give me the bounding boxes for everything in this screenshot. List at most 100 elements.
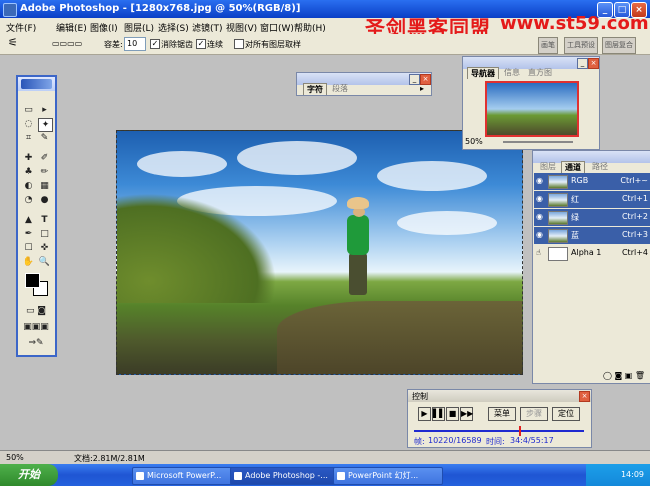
pen-tool-icon[interactable]: ✒ — [22, 228, 35, 240]
shape-tool-icon[interactable]: □ — [38, 228, 51, 240]
tab-paths[interactable]: 路径 — [589, 161, 611, 172]
navigator-zoom-slider[interactable] — [503, 141, 573, 143]
channel-thumbnail — [548, 211, 568, 225]
pause-icon[interactable]: ▌▌ — [432, 407, 445, 421]
task-label: Adobe Photoshop -... — [245, 471, 328, 480]
palette-tab-layer-comps[interactable]: 图层复合 — [602, 37, 636, 54]
tab-channels[interactable]: 通道 — [561, 161, 585, 173]
magic-wand-icon[interactable]: ⚟ — [8, 36, 18, 49]
tab-paragraph[interactable]: 段落 — [329, 83, 351, 94]
tab-histogram[interactable]: 直方图 — [525, 67, 555, 78]
task-slideshow[interactable]: PowerPoint 幻灯... — [333, 467, 443, 485]
slice-tool-icon[interactable]: ✎ — [38, 132, 51, 144]
foreground-color-swatch[interactable] — [25, 273, 40, 288]
magic-wand-tool-icon[interactable]: ✦ — [38, 118, 53, 132]
progress-marker[interactable] — [519, 426, 522, 436]
menu-filter[interactable]: 滤镜(T) — [192, 21, 223, 34]
control-panel-header[interactable]: 控制 × — [408, 390, 591, 402]
imageready-jump-icon[interactable]: ⇒✎ — [22, 337, 50, 349]
menu-help[interactable]: 帮助(H) — [294, 21, 326, 34]
locate-button[interactable]: 定位 — [552, 407, 580, 421]
channel-action-icons[interactable]: ◯ ◙ ▣ 🗑 — [603, 371, 649, 381]
history-brush-icon[interactable]: ✏ — [38, 166, 51, 178]
channel-thumbnail — [548, 247, 568, 261]
channel-name: 红 — [571, 195, 579, 204]
clone-stamp-icon[interactable]: ♣ — [22, 166, 35, 178]
panel-close-icon[interactable]: × — [588, 58, 599, 69]
document-canvas[interactable] — [116, 130, 523, 375]
task-powerpoint[interactable]: Microsoft PowerP... — [132, 467, 238, 485]
all-layers-checkbox[interactable] — [234, 39, 244, 49]
menu-button[interactable]: 菜单 — [488, 407, 516, 421]
channel-row-green[interactable]: ◉ 绿 Ctrl+2 — [534, 209, 650, 227]
cloud-shape — [237, 141, 357, 175]
channel-name: Alpha 1 — [571, 248, 602, 257]
eye-icon[interactable]: ◉ — [536, 195, 545, 203]
hand-tool-icon[interactable]: ✋ — [22, 256, 35, 268]
tab-layers[interactable]: 图层 — [537, 161, 559, 172]
eraser-tool-icon[interactable]: ◐ — [22, 180, 35, 192]
blur-tool-icon[interactable]: ◔ — [22, 194, 35, 206]
gradient-tool-icon[interactable]: ▦ — [38, 180, 51, 192]
tolerance-input[interactable]: 10 — [124, 37, 146, 51]
channel-thumbnail — [548, 229, 568, 243]
progress-track[interactable] — [414, 430, 584, 432]
next-icon[interactable]: ▶▶ — [460, 407, 473, 421]
brush-tool-icon[interactable]: ✐ — [38, 152, 51, 164]
navigator-thumbnail[interactable] — [485, 81, 579, 137]
screen-mode-icons[interactable]: ▣▣▣ — [22, 321, 50, 333]
tab-character[interactable]: 字符 — [303, 83, 327, 95]
path-selection-icon[interactable]: ▲ — [22, 214, 35, 226]
menu-file[interactable]: 文件(F) — [6, 21, 36, 34]
navigator-zoom[interactable]: 50% — [465, 137, 483, 146]
menu-edit[interactable]: 编辑(E) — [56, 21, 87, 34]
eye-icon[interactable]: ◉ — [536, 213, 545, 221]
zoom-tool-icon[interactable]: 🔍 — [38, 256, 51, 268]
control-close-icon[interactable]: × — [579, 391, 590, 402]
tab-info[interactable]: 信息 — [501, 67, 523, 78]
channel-name: 绿 — [571, 213, 579, 222]
marquee-tool-icon[interactable]: ▭ — [22, 104, 35, 116]
notes-tool-icon[interactable]: ☐ — [22, 242, 35, 254]
stop-icon[interactable]: ■ — [446, 407, 459, 421]
type-tool-icon[interactable]: T — [38, 214, 51, 226]
selection-mode-icons[interactable]: ▭▭▭▭ — [52, 39, 82, 48]
tab-navigator[interactable]: 导航器 — [467, 67, 499, 79]
healing-brush-icon[interactable]: ✚ — [22, 152, 35, 164]
lasso-tool-icon[interactable]: ◌ — [22, 118, 35, 130]
palette-tab-tool-presets[interactable]: 工具预设 — [564, 37, 598, 54]
menu-select[interactable]: 选择(S) — [158, 21, 189, 34]
crop-tool-icon[interactable]: ⌗ — [22, 132, 35, 144]
system-tray: 14:09 — [586, 464, 650, 486]
eye-icon[interactable]: ◉ — [536, 231, 545, 239]
toolbox-header[interactable] — [18, 77, 55, 91]
move-tool-icon[interactable]: ▸ — [38, 104, 51, 116]
panel-menu-icon[interactable]: ▸ — [417, 83, 427, 94]
task-photoshop[interactable]: Adobe Photoshop -... — [230, 467, 342, 485]
step-button[interactable]: 步骤 — [520, 407, 548, 421]
menu-window[interactable]: 窗口(W) — [260, 21, 294, 34]
cloud-shape — [397, 211, 497, 235]
channel-row-rgb[interactable]: ◉ RGB Ctrl+~ — [534, 173, 650, 191]
menu-image[interactable]: 图像(I) — [90, 21, 118, 34]
clock[interactable]: 14:09 — [621, 470, 650, 479]
start-button[interactable]: 开始 — [0, 464, 58, 486]
channel-row-red[interactable]: ◉ 红 Ctrl+1 — [534, 191, 650, 209]
menu-layer[interactable]: 图层(L) — [124, 21, 154, 34]
channel-row-blue[interactable]: ◉ 蓝 Ctrl+3 — [534, 227, 650, 245]
quick-mask-icons[interactable]: ▭ ◙ — [22, 305, 50, 317]
tolerance-label: 容差: — [104, 40, 123, 49]
dodge-tool-icon[interactable]: ● — [38, 194, 51, 206]
eye-icon[interactable]: ◉ — [536, 177, 545, 185]
channel-row-alpha[interactable]: ☝ Alpha 1 Ctrl+4 — [534, 245, 650, 263]
menu-view[interactable]: 视图(V) — [226, 21, 257, 34]
contiguous-checkbox[interactable]: ✓ — [196, 39, 206, 49]
play-icon[interactable]: ▶ — [418, 407, 431, 421]
eyedropper-tool-icon[interactable]: ✜ — [38, 242, 51, 254]
panel-minimize-icon[interactable]: _ — [577, 58, 588, 69]
palette-tab-brushes[interactable]: 画笔 — [538, 37, 558, 54]
antialias-checkbox[interactable]: ✓ — [150, 39, 160, 49]
status-zoom[interactable]: 50% — [6, 453, 24, 462]
powerpoint-icon — [136, 472, 144, 480]
cloud-shape — [137, 151, 227, 177]
